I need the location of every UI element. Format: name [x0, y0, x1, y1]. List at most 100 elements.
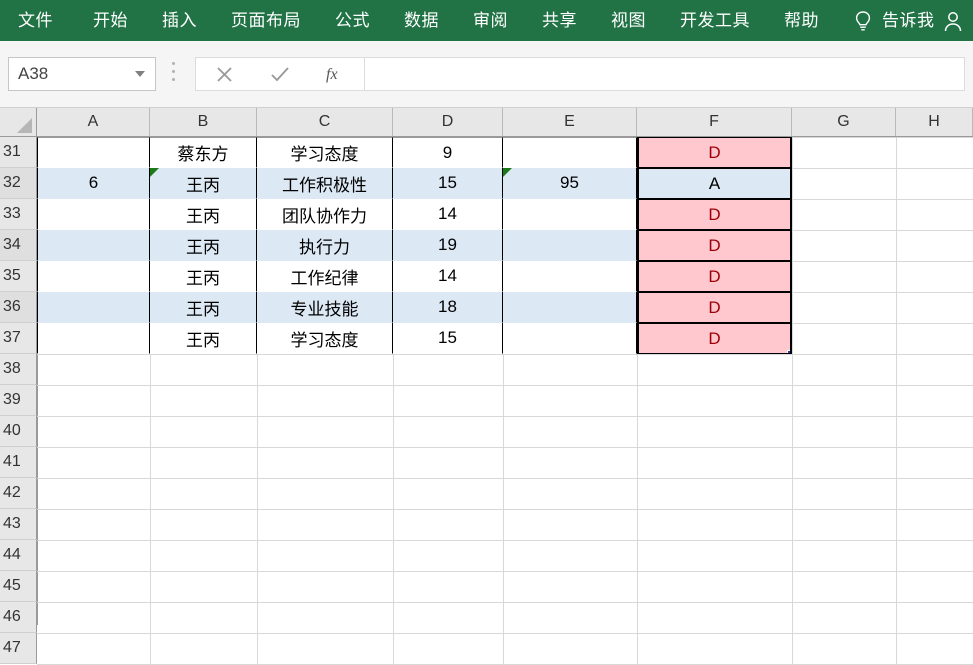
cell-C31[interactable]: 学习态度: [257, 137, 393, 168]
cell-D33[interactable]: 14: [393, 199, 503, 230]
cell-A31[interactable]: [37, 137, 150, 168]
cell-E43[interactable]: [503, 509, 637, 540]
cell-C39[interactable]: [257, 385, 393, 416]
cell-E36[interactable]: [503, 292, 637, 323]
cell-F35[interactable]: D: [637, 261, 792, 292]
cell-C33[interactable]: 团队协作力: [257, 199, 393, 230]
cell-F38[interactable]: [637, 354, 792, 385]
cell-E39[interactable]: [503, 385, 637, 416]
cell-A39[interactable]: [37, 385, 150, 416]
row-header-42[interactable]: 42: [0, 478, 37, 509]
cell-F44[interactable]: [637, 540, 792, 571]
cell-F39[interactable]: [637, 385, 792, 416]
ribbon-tab-page-layout[interactable]: 页面布局: [231, 0, 301, 41]
row-header-36[interactable]: 36: [0, 292, 37, 323]
cell-B40[interactable]: [150, 416, 257, 447]
cell-D39[interactable]: [393, 385, 503, 416]
row-header-33[interactable]: 33: [0, 199, 37, 230]
cell-C45[interactable]: [257, 571, 393, 602]
cell-C32[interactable]: 工作积极性: [257, 168, 393, 199]
cell-E45[interactable]: [503, 571, 637, 602]
row-header-39[interactable]: 39: [0, 385, 37, 416]
row-header-45[interactable]: 45: [0, 571, 37, 602]
cell-E34[interactable]: [503, 230, 637, 261]
column-header-d[interactable]: D: [393, 108, 503, 136]
cell-F31[interactable]: D: [637, 137, 792, 168]
cell-F43[interactable]: [637, 509, 792, 540]
cell-B36[interactable]: 王丙: [150, 292, 257, 323]
cell-E42[interactable]: [503, 478, 637, 509]
cell-B44[interactable]: [150, 540, 257, 571]
select-all-corner[interactable]: [0, 108, 37, 136]
cell-D43[interactable]: [393, 509, 503, 540]
ribbon-tab-share[interactable]: 共享: [542, 0, 577, 41]
cell-D32[interactable]: 15: [393, 168, 503, 199]
cell-C42[interactable]: [257, 478, 393, 509]
cell-F45[interactable]: [637, 571, 792, 602]
cell-E40[interactable]: [503, 416, 637, 447]
cell-F42[interactable]: [637, 478, 792, 509]
cell-D45[interactable]: [393, 571, 503, 602]
account-icon[interactable]: [941, 9, 965, 33]
cell-A33[interactable]: [37, 199, 150, 230]
cell-D34[interactable]: 19: [393, 230, 503, 261]
cell-C44[interactable]: [257, 540, 393, 571]
row-header-43[interactable]: 43: [0, 509, 37, 540]
cell-E44[interactable]: [503, 540, 637, 571]
cell-D31[interactable]: 9: [393, 137, 503, 168]
cell-C46[interactable]: [257, 602, 393, 633]
formula-input[interactable]: [365, 57, 965, 91]
cell-B34[interactable]: 王丙: [150, 230, 257, 261]
ribbon-tab-review[interactable]: 审阅: [473, 0, 508, 41]
row-header-47[interactable]: 47: [0, 633, 37, 664]
cell-F41[interactable]: [637, 447, 792, 478]
cell-B46[interactable]: [150, 602, 257, 633]
cell-E35[interactable]: [503, 261, 637, 292]
cell-C40[interactable]: [257, 416, 393, 447]
cell-C35[interactable]: 工作纪律: [257, 261, 393, 292]
tell-me-control[interactable]: 告诉我: [853, 0, 935, 41]
cell-A42[interactable]: [37, 478, 150, 509]
cell-A46[interactable]: [37, 602, 150, 633]
column-header-h[interactable]: H: [896, 108, 973, 136]
ribbon-tab-view[interactable]: 视图: [611, 0, 646, 41]
cell-D36[interactable]: 18: [393, 292, 503, 323]
cell-A35[interactable]: [37, 261, 150, 292]
cell-A38[interactable]: [37, 354, 150, 385]
column-header-c[interactable]: C: [257, 108, 393, 136]
cell-A36[interactable]: [37, 292, 150, 323]
cell-D40[interactable]: [393, 416, 503, 447]
cell-E32[interactable]: 95: [503, 168, 637, 199]
row-header-41[interactable]: 41: [0, 447, 37, 478]
cell-C43[interactable]: [257, 509, 393, 540]
cell-A43[interactable]: [37, 509, 150, 540]
column-header-a[interactable]: A: [37, 108, 150, 136]
cell-A32[interactable]: 6: [37, 168, 150, 199]
row-header-32[interactable]: 32: [0, 168, 37, 199]
chevron-down-icon[interactable]: [135, 71, 145, 77]
cell-E31[interactable]: [503, 137, 637, 168]
cell-D37[interactable]: 15: [393, 323, 503, 354]
cell-B42[interactable]: [150, 478, 257, 509]
insert-function-fx-icon[interactable]: fx: [321, 61, 351, 87]
cell-A34[interactable]: [37, 230, 150, 261]
cell-D41[interactable]: [393, 447, 503, 478]
cell-A41[interactable]: [37, 447, 150, 478]
cell-F34[interactable]: D: [637, 230, 792, 261]
cell-E47[interactable]: [503, 633, 637, 664]
cell-D38[interactable]: [393, 354, 503, 385]
cell-D44[interactable]: [393, 540, 503, 571]
cell-B35[interactable]: 王丙: [150, 261, 257, 292]
cell-B45[interactable]: [150, 571, 257, 602]
column-header-f[interactable]: F: [637, 108, 792, 136]
ribbon-tab-data[interactable]: 数据: [404, 0, 439, 41]
cell-E46[interactable]: [503, 602, 637, 633]
cell-C36[interactable]: 专业技能: [257, 292, 393, 323]
cell-E38[interactable]: [503, 354, 637, 385]
cell-F47[interactable]: [637, 633, 792, 664]
column-header-g[interactable]: G: [792, 108, 896, 136]
cell-F40[interactable]: [637, 416, 792, 447]
name-box[interactable]: A38: [8, 57, 156, 91]
row-header-46[interactable]: 46: [0, 602, 37, 633]
row-header-37[interactable]: 37: [0, 323, 37, 354]
